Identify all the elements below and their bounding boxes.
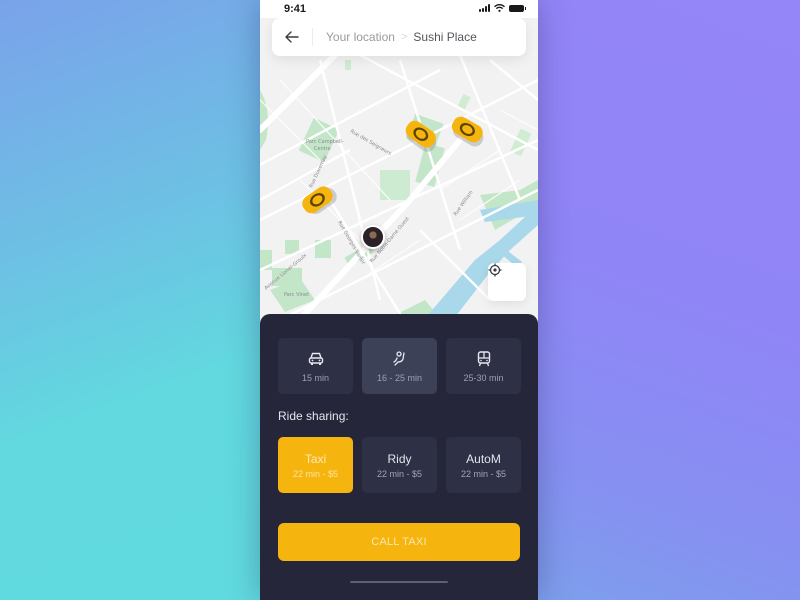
walking-ride-icon: [392, 350, 405, 366]
ride-mode-bus[interactable]: 25-30 min: [446, 338, 521, 394]
ride-mode-time: 15 min: [301, 372, 329, 383]
status-time: 9:41: [284, 3, 307, 15]
crosshair-icon: [488, 263, 502, 277]
service-meta: 22 min - $5: [292, 468, 339, 479]
bus-icon: [477, 350, 490, 366]
user-avatar[interactable]: [361, 225, 385, 249]
ride-mode-time: 25-30 min: [463, 372, 504, 383]
map-label-parc-vinet: Parc Vinet: [284, 292, 309, 298]
back-button[interactable]: [272, 18, 312, 56]
locate-me-button[interactable]: [488, 263, 526, 301]
map-label-rue-des-seigneurs: Rue des Seigneurs: [349, 129, 393, 158]
svg-text:Centre: Centre: [314, 146, 331, 152]
origin-location[interactable]: Your location: [326, 30, 395, 44]
signal-icon: [479, 4, 490, 12]
car-icon: [308, 352, 323, 365]
home-indicator[interactable]: [350, 581, 448, 583]
phone-screen: Parc Campbell- Centre Rue des Seigneurs …: [260, 0, 538, 600]
route-header: Your location > Sushi Place: [272, 18, 526, 56]
map-label-parc-campbell: Parc Campbell-: [306, 139, 344, 145]
service-name: Ridy: [387, 451, 412, 466]
header-divider: [312, 28, 313, 46]
service-autom[interactable]: AutoM 22 min - $5: [446, 437, 521, 493]
ride-sharing-title: Ride sharing:: [278, 409, 349, 423]
service-meta: 22 min - $5: [376, 468, 423, 479]
ride-mode-time: 16 - 25 min: [376, 372, 423, 383]
arrow-left-icon: [285, 31, 299, 43]
service-taxi[interactable]: Taxi 22 min - $5: [278, 437, 353, 493]
destination-location[interactable]: Sushi Place: [413, 30, 476, 44]
ride-options-sheet: 15 min 16 - 25 min 25-30 min Ride sharin…: [260, 314, 538, 600]
ride-mode-shared[interactable]: 16 - 25 min: [362, 338, 437, 394]
battery-icon: [509, 5, 526, 12]
ride-mode-selector: 15 min 16 - 25 min 25-30 min: [278, 338, 521, 394]
service-name: Taxi: [304, 451, 327, 466]
service-meta: 22 min - $5: [460, 468, 507, 479]
ride-sharing-services: Taxi 22 min - $5 Ridy 22 min - $5 AutoM …: [278, 437, 521, 493]
chevron-right-icon: >: [400, 31, 408, 43]
call-taxi-button[interactable]: CALL TAXI: [278, 523, 520, 561]
service-name: AutoM: [466, 451, 501, 466]
ride-mode-car[interactable]: 15 min: [278, 338, 353, 394]
status-bar: 9:41: [260, 0, 538, 18]
wifi-icon: [494, 4, 505, 12]
service-ridy[interactable]: Ridy 22 min - $5: [362, 437, 437, 493]
